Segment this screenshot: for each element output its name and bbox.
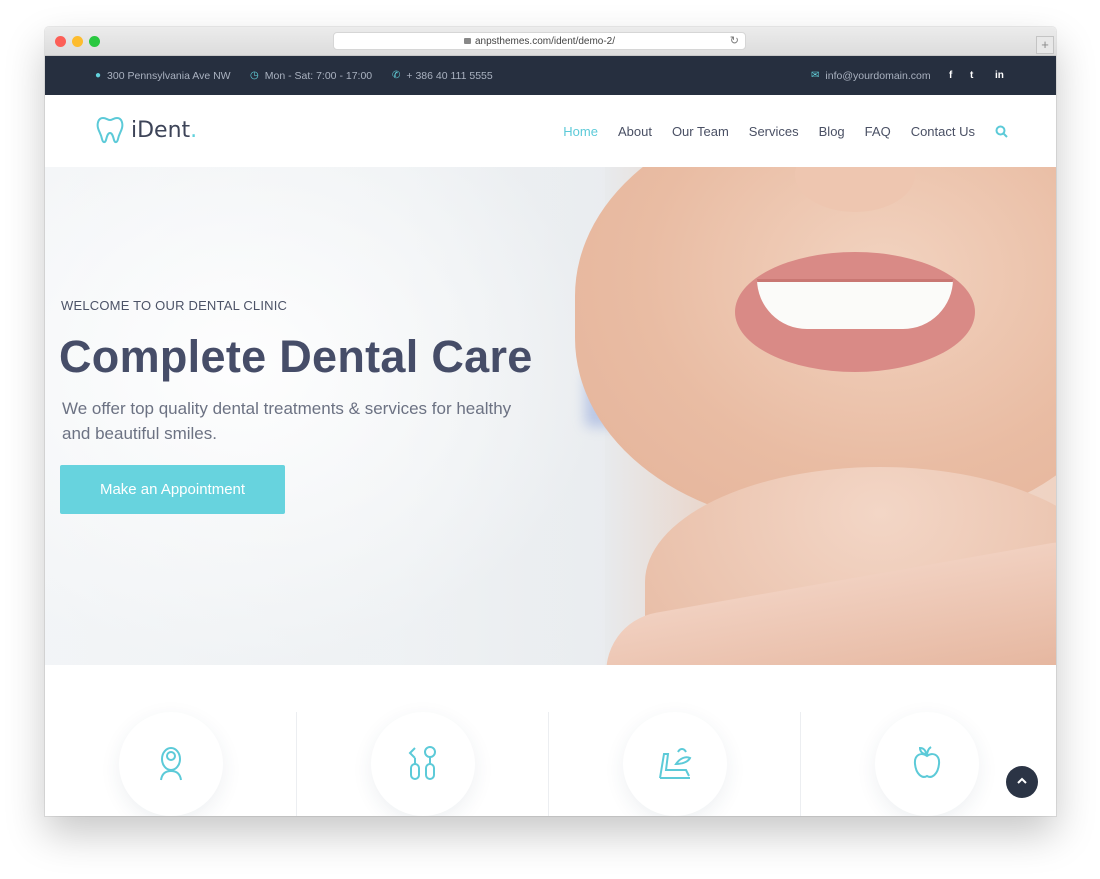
linkedin-icon[interactable]: in [995,56,1004,95]
logo-dot: . [190,117,198,143]
feature-circle [119,712,223,816]
site-header: iDent. Home About Our Team Services Blog… [45,95,1056,167]
dental-tools-icon [408,746,436,780]
email-info[interactable]: ✉ info@yourdomain.com [811,56,931,95]
feature-circle [875,712,979,816]
top-info-bar: ● 300 Pennsylvania Ave NW ◷ Mon - Sat: 7… [45,56,1056,95]
twitter-icon[interactable]: t [970,56,973,95]
hero-image-teeth [757,279,953,329]
nav-faq[interactable]: FAQ [865,124,891,139]
hero-title: Complete Dental Care [59,331,533,382]
phone-icon: ✆ [392,70,401,81]
logo-text: iDent. [131,118,197,143]
patient-icon [160,747,182,781]
feature-item[interactable] [801,712,1053,816]
apple-icon [913,746,941,778]
feature-item[interactable] [549,712,801,816]
features-section [45,665,1056,816]
main-nav: Home About Our Team Services Blog FAQ Co… [563,95,1008,167]
logo-name: iDent [131,117,191,143]
new-tab-button[interactable]: + [1036,36,1054,54]
nav-contact-us[interactable]: Contact Us [911,124,975,139]
site-logo[interactable]: iDent. [95,115,197,145]
address-info: ● 300 Pennsylvania Ave NW [95,56,231,95]
hours-info: ◷ Mon - Sat: 7:00 - 17:00 [250,56,372,95]
url-text: anpsthemes.com/ident/demo-2/ [474,36,616,47]
dental-chair-icon [659,748,692,779]
minimize-window-button[interactable] [72,36,83,47]
nav-services[interactable]: Services [749,124,799,139]
nav-home[interactable]: Home [563,124,598,139]
email-text[interactable]: info@yourdomain.com [825,70,930,82]
scroll-to-top-button[interactable] [1006,766,1038,798]
hero-subtitle: WELCOME TO OUR DENTAL CLINIC [61,298,288,313]
hours-text: Mon - Sat: 7:00 - 17:00 [264,69,373,82]
browser-chrome: anpsthemes.com/ident/demo-2/ ↻ + [45,27,1056,56]
mail-icon: ✉ [811,70,820,81]
browser-window: anpsthemes.com/ident/demo-2/ ↻ + ● 300 P… [45,27,1056,816]
clock-icon: ◷ [250,70,259,81]
nav-our-team[interactable]: Our Team [672,124,729,139]
location-pin-icon: ● [95,70,102,81]
hero-section: WELCOME TO OUR DENTAL CLINIC Complete De… [45,167,1056,665]
feature-circle [623,712,727,816]
lock-icon [463,38,471,44]
facebook-icon[interactable]: f [949,56,952,95]
feature-circle [371,712,475,816]
maximize-window-button[interactable] [89,36,100,47]
search-icon[interactable] [995,125,1008,138]
phone-text[interactable]: + 386 40 111 5555 [406,70,492,82]
make-appointment-button[interactable]: Make an Appointment [60,465,285,514]
tooth-icon [96,116,124,144]
feature-item[interactable] [45,712,297,816]
phone-info[interactable]: ✆ + 386 40 111 5555 [392,56,493,95]
nav-about[interactable]: About [618,124,652,139]
nav-blog[interactable]: Blog [819,124,845,139]
address-text: 300 Pennsylvania Ave NW [107,69,231,82]
reload-icon[interactable]: ↻ [730,33,739,50]
chevron-up-icon [1017,777,1027,784]
hero-description: We offer top quality dental treatments &… [62,399,512,443]
feature-item[interactable] [297,712,549,816]
address-bar[interactable]: anpsthemes.com/ident/demo-2/ ↻ [333,32,746,50]
close-window-button[interactable] [55,36,66,47]
